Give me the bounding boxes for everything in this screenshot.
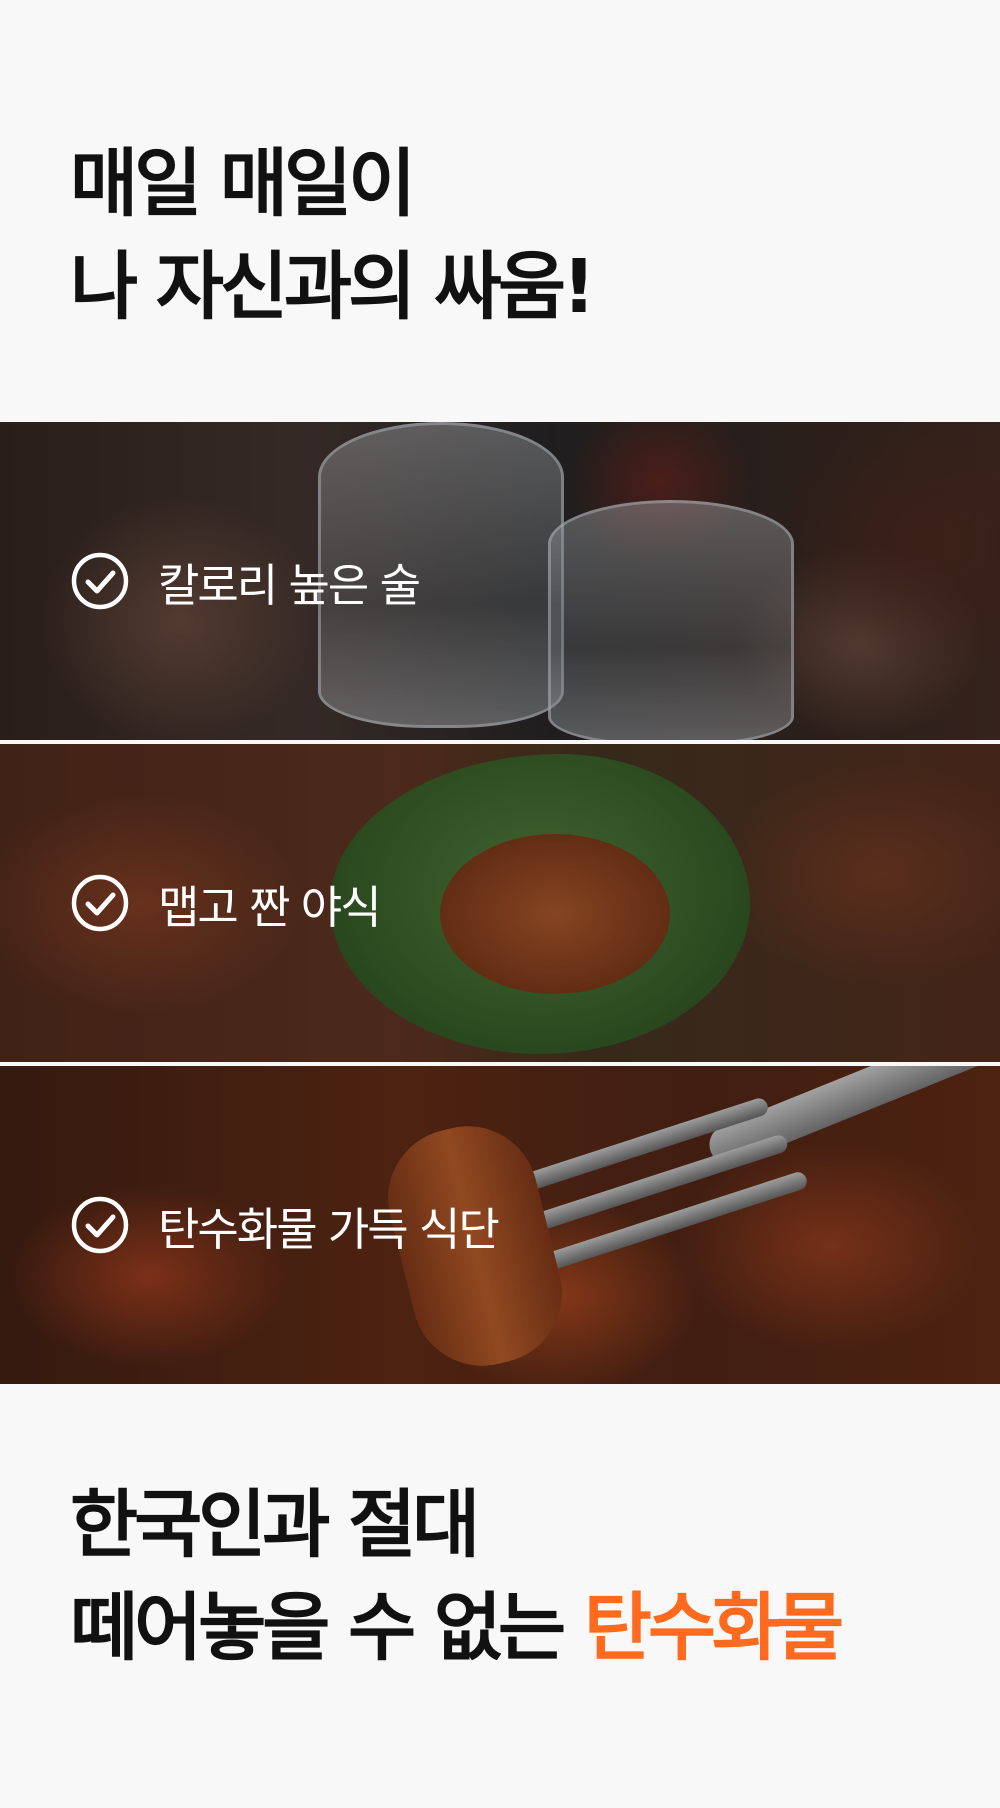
banner-label: 칼로리 높은 술 — [158, 558, 421, 612]
banner-item-alcohol: 칼로리 높은 술 — [70, 551, 421, 612]
outro-headline: 한국인과 절대 떼어놓을 수 없는 탄수화물 — [70, 1474, 844, 1680]
banner-item-carbs: 탄수화물 가득 식단 — [70, 1195, 500, 1256]
banner-label: 탄수화물 가득 식단 — [158, 1202, 500, 1256]
check-circle-icon — [71, 874, 129, 932]
intro-headline: 매일 매일이 나 자신과의 싸움! — [70, 133, 596, 339]
outro-highlight: 탄수화물 — [583, 1585, 844, 1671]
banner-item-snack: 맵고 짠 야식 — [70, 873, 382, 934]
banner-alcohol: 칼로리 높은 술 — [0, 422, 1000, 740]
outro-line-2: 떼어놓을 수 없는 탄수화물 — [70, 1577, 844, 1680]
banner-carbs: 탄수화물 가득 식단 — [0, 1066, 1000, 1384]
check-circle-icon — [71, 1196, 129, 1254]
outro-line-1: 한국인과 절대 — [70, 1482, 480, 1568]
check-circle-icon — [71, 552, 129, 610]
outro-line-2-prefix: 떼어놓을 수 없는 — [70, 1585, 584, 1671]
banner-label: 맵고 짠 야식 — [158, 880, 382, 934]
banner-late-night-snack: 맵고 짠 야식 — [0, 744, 1000, 1062]
intro-line-2: 나 자신과의 싸움! — [70, 244, 596, 330]
intro-line-1: 매일 매일이 — [70, 141, 416, 227]
